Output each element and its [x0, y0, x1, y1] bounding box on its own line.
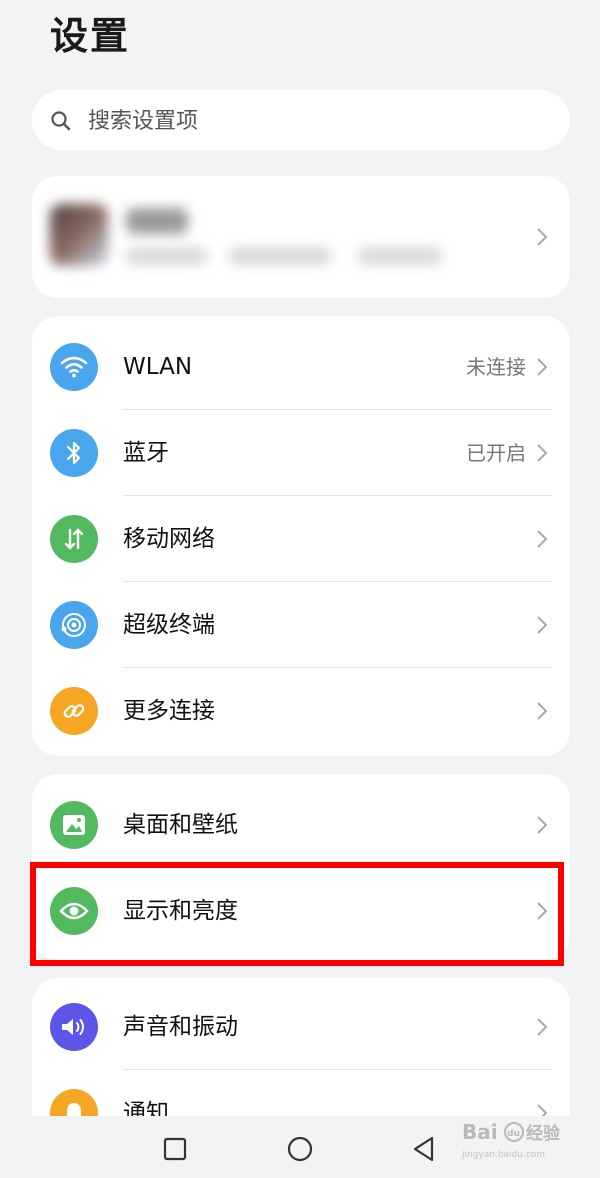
- sound-group: 声音和振动 通知: [32, 978, 570, 1138]
- chevron-right-icon: [537, 702, 548, 720]
- settings-item-label: WLAN: [123, 354, 193, 380]
- account-detail: [358, 248, 442, 264]
- settings-item-label: 蓝牙: [123, 440, 169, 466]
- settings-item-label: 声音和振动: [123, 1014, 238, 1040]
- settings-item-wlan[interactable]: WLAN 未连接: [32, 324, 570, 410]
- recent-apps-button[interactable]: [160, 1134, 190, 1164]
- search-input[interactable]: [86, 100, 530, 142]
- watermark-brand: Bai: [462, 1120, 498, 1144]
- settings-item-bluetooth[interactable]: 蓝牙 已开启: [32, 410, 570, 496]
- settings-item-mobile-network[interactable]: 移动网络: [32, 496, 570, 582]
- wallpaper-icon: [50, 801, 98, 849]
- account-card[interactable]: [32, 176, 570, 298]
- chevron-right-icon: [537, 616, 548, 634]
- chevron-right-icon: [537, 902, 548, 920]
- super-device-icon: [50, 601, 98, 649]
- settings-item-label: 移动网络: [123, 526, 215, 552]
- chevron-right-icon: [537, 444, 548, 462]
- page-title: 设置: [50, 14, 131, 58]
- chevron-right-icon: [537, 358, 548, 376]
- chevron-right-icon: [537, 816, 548, 834]
- baidu-watermark: Bai du 经验 jingyan.baidu.com: [461, 1120, 561, 1160]
- link-icon: [50, 687, 98, 735]
- settings-item-wallpaper[interactable]: 桌面和壁纸: [32, 782, 570, 868]
- wifi-icon: [50, 343, 98, 391]
- display-group: 桌面和壁纸 显示和亮度: [32, 774, 570, 960]
- settings-item-super-device[interactable]: 超级终端: [32, 582, 570, 668]
- settings-item-label: 显示和亮度: [123, 898, 238, 924]
- settings-item-label: 桌面和壁纸: [123, 812, 238, 838]
- settings-item-display-brightness[interactable]: 显示和亮度: [32, 868, 570, 954]
- settings-item-more-connections[interactable]: 更多连接: [32, 668, 570, 754]
- connectivity-group: WLAN 未连接 蓝牙 已开启 移动网络 超级终端 更多连接: [32, 316, 570, 756]
- watermark-paw: du: [507, 1129, 520, 1139]
- settings-item-sound-vibration[interactable]: 声音和振动: [32, 984, 570, 1070]
- bluetooth-icon: [50, 429, 98, 477]
- home-button[interactable]: [285, 1134, 315, 1164]
- settings-item-label: 超级终端: [123, 612, 215, 638]
- chevron-right-icon: [537, 1018, 548, 1036]
- account-name: [126, 208, 188, 234]
- watermark-url: jingyan.baidu.com: [461, 1150, 545, 1160]
- back-button[interactable]: [410, 1134, 440, 1164]
- settings-item-label: 更多连接: [123, 698, 215, 724]
- search-icon: [51, 111, 71, 131]
- status-text: 未连接: [466, 355, 526, 379]
- account-detail: [126, 248, 208, 264]
- status-text: 已开启: [466, 441, 526, 465]
- chevron-right-icon: [537, 530, 548, 548]
- mobile-network-icon: [50, 515, 98, 563]
- watermark-cn: 经验: [526, 1123, 561, 1144]
- speaker-icon: [50, 1003, 98, 1051]
- eye-icon: [50, 887, 98, 935]
- avatar: [50, 204, 108, 266]
- account-detail: [228, 248, 332, 264]
- chevron-right-icon: [537, 228, 548, 246]
